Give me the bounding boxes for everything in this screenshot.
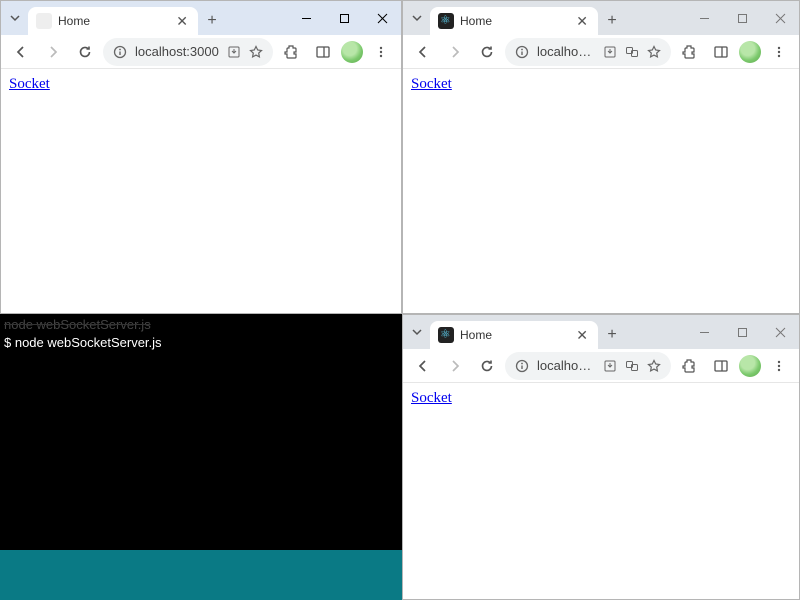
tab-title: Home bbox=[460, 14, 568, 28]
back-button[interactable] bbox=[409, 352, 437, 380]
favicon-icon bbox=[438, 327, 454, 343]
close-window-button[interactable] bbox=[761, 315, 799, 349]
forward-button[interactable] bbox=[441, 352, 469, 380]
translate-icon[interactable] bbox=[625, 45, 639, 59]
favicon-icon bbox=[438, 13, 454, 29]
tab-search-button[interactable] bbox=[403, 1, 430, 35]
install-app-icon[interactable] bbox=[603, 45, 617, 59]
taskbar bbox=[0, 550, 402, 600]
extensions-button[interactable] bbox=[675, 352, 703, 380]
maximize-button[interactable] bbox=[723, 1, 761, 35]
profile-avatar[interactable] bbox=[341, 41, 363, 63]
tab-strip: Home ✕ + bbox=[403, 1, 799, 35]
site-info-icon[interactable] bbox=[515, 359, 529, 373]
profile-avatar[interactable] bbox=[739, 355, 761, 377]
reload-button[interactable] bbox=[71, 38, 99, 66]
new-tab-button[interactable]: + bbox=[598, 7, 626, 35]
tab-title: Home bbox=[58, 14, 168, 28]
forward-button[interactable] bbox=[39, 38, 67, 66]
terminal-prompt-line: $ node webSocketServer.js bbox=[4, 334, 398, 352]
bookmark-icon[interactable] bbox=[647, 359, 661, 373]
close-tab-button[interactable]: ✕ bbox=[174, 11, 190, 32]
sidepanel-button[interactable] bbox=[707, 38, 735, 66]
address-bar[interactable]: localhos… bbox=[505, 38, 671, 66]
terminal-history-line: node webSocketServer.js bbox=[4, 316, 398, 334]
tab-title: Home bbox=[460, 328, 568, 342]
back-button[interactable] bbox=[7, 38, 35, 66]
tab-home[interactable]: Home ✕ bbox=[28, 7, 198, 35]
close-window-button[interactable] bbox=[761, 1, 799, 35]
maximize-button[interactable] bbox=[723, 315, 761, 349]
url-text: localhost:3000 bbox=[135, 44, 219, 59]
sidepanel-button[interactable] bbox=[707, 352, 735, 380]
tab-search-button[interactable] bbox=[403, 315, 430, 349]
tab-home[interactable]: Home ✕ bbox=[430, 7, 598, 35]
minimize-button[interactable] bbox=[685, 1, 723, 35]
menu-button[interactable] bbox=[765, 38, 793, 66]
extensions-button[interactable] bbox=[675, 38, 703, 66]
page-content: Socket bbox=[403, 69, 799, 313]
bookmark-icon[interactable] bbox=[647, 45, 661, 59]
toolbar: localhos… bbox=[403, 349, 799, 383]
new-tab-button[interactable]: + bbox=[598, 321, 626, 349]
site-info-icon[interactable] bbox=[515, 45, 529, 59]
terminal-window[interactable]: node webSocketServer.js $ node webSocket… bbox=[0, 314, 402, 550]
page-content: Socket bbox=[1, 69, 401, 313]
minimize-button[interactable] bbox=[685, 315, 723, 349]
back-button[interactable] bbox=[409, 38, 437, 66]
toolbar: localhost:3000 bbox=[1, 35, 401, 69]
menu-button[interactable] bbox=[367, 38, 395, 66]
favicon-icon bbox=[36, 13, 52, 29]
forward-button[interactable] bbox=[441, 38, 469, 66]
translate-icon[interactable] bbox=[625, 359, 639, 373]
reload-button[interactable] bbox=[473, 352, 501, 380]
maximize-button[interactable] bbox=[325, 1, 363, 35]
address-bar[interactable]: localhos… bbox=[505, 352, 671, 380]
url-text: localhos… bbox=[537, 358, 595, 373]
install-app-icon[interactable] bbox=[603, 359, 617, 373]
socket-link[interactable]: Socket bbox=[9, 76, 50, 92]
new-tab-button[interactable]: + bbox=[198, 7, 226, 35]
url-text: localhos… bbox=[537, 44, 595, 59]
address-bar[interactable]: localhost:3000 bbox=[103, 38, 273, 66]
tab-home[interactable]: Home ✕ bbox=[430, 321, 598, 349]
browser-window-3: Home ✕ + localhos… bbox=[402, 314, 800, 600]
socket-link[interactable]: Socket bbox=[411, 76, 452, 92]
page-content: Socket bbox=[403, 383, 799, 599]
minimize-button[interactable] bbox=[287, 1, 325, 35]
tab-search-button[interactable] bbox=[1, 1, 28, 35]
browser-window-2: Home ✕ + localhos… bbox=[402, 0, 800, 314]
install-app-icon[interactable] bbox=[227, 45, 241, 59]
menu-button[interactable] bbox=[765, 352, 793, 380]
close-tab-button[interactable]: ✕ bbox=[574, 11, 590, 32]
profile-avatar[interactable] bbox=[739, 41, 761, 63]
extensions-button[interactable] bbox=[277, 38, 305, 66]
sidepanel-button[interactable] bbox=[309, 38, 337, 66]
browser-window-1: Home ✕ + localhost:3000 Soc bbox=[0, 0, 402, 314]
close-tab-button[interactable]: ✕ bbox=[574, 325, 590, 346]
site-info-icon[interactable] bbox=[113, 45, 127, 59]
reload-button[interactable] bbox=[473, 38, 501, 66]
tab-strip: Home ✕ + bbox=[403, 315, 799, 349]
tab-strip: Home ✕ + bbox=[1, 1, 401, 35]
toolbar: localhos… bbox=[403, 35, 799, 69]
bookmark-icon[interactable] bbox=[249, 45, 263, 59]
socket-link[interactable]: Socket bbox=[411, 390, 452, 406]
close-window-button[interactable] bbox=[363, 1, 401, 35]
